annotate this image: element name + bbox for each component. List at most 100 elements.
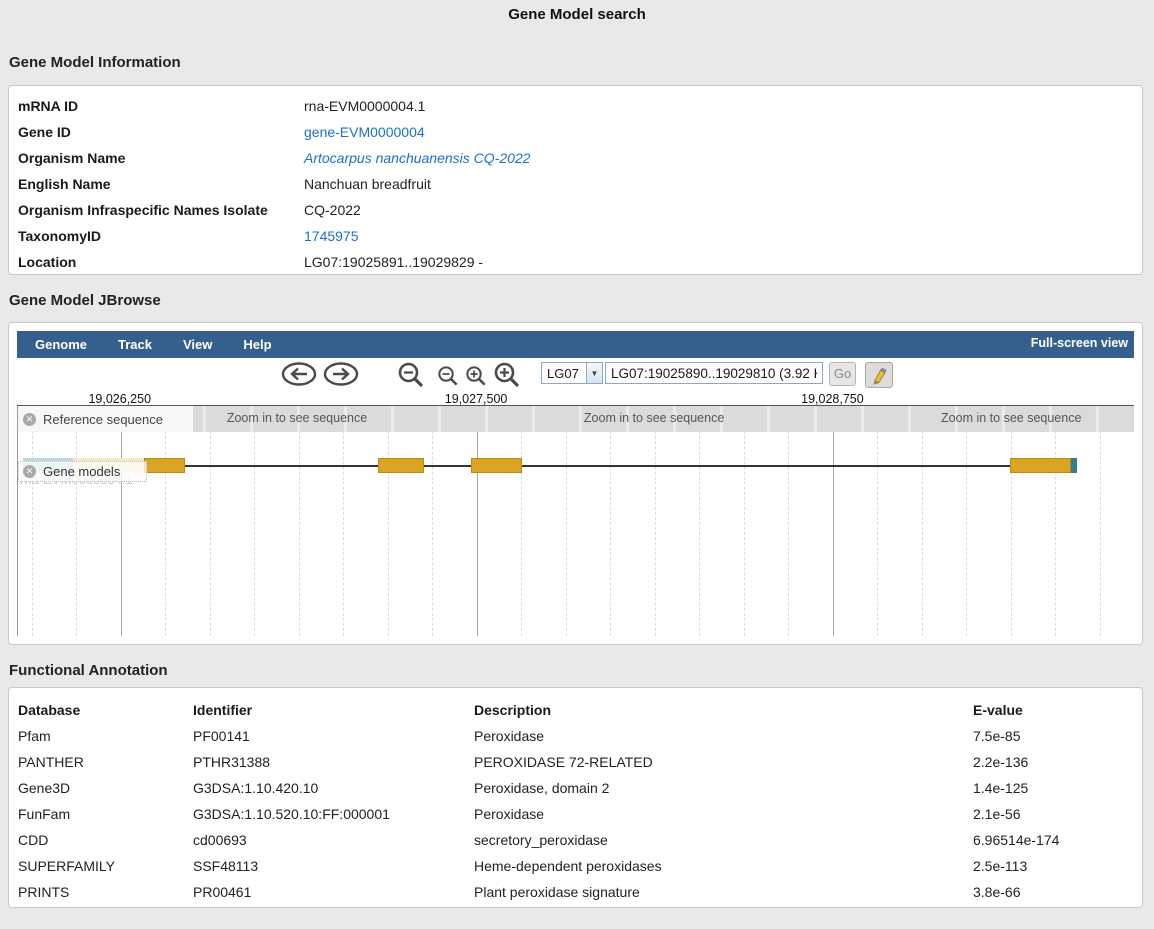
minor-gridline bbox=[610, 406, 611, 636]
ruler-tick-label: 19,026,250 bbox=[88, 392, 151, 406]
minor-gridline bbox=[165, 406, 166, 636]
annotation-cell-database: PANTHER bbox=[18, 754, 193, 770]
info-row: TaxonomyID 1745975 bbox=[9, 223, 1142, 249]
close-track-icon[interactable]: ✕ bbox=[23, 413, 36, 426]
minor-gridline bbox=[877, 406, 878, 636]
pan-right-button[interactable] bbox=[323, 362, 359, 386]
annotation-cell-description: Description bbox=[474, 702, 973, 718]
minor-gridline bbox=[299, 406, 300, 636]
chevron-down-icon[interactable]: ▼ bbox=[586, 362, 603, 384]
info-row-label: TaxonomyID bbox=[18, 228, 304, 244]
pan-left-button[interactable] bbox=[281, 362, 317, 386]
zoom-in-message: Zoom in to see sequence bbox=[227, 411, 367, 425]
annotation-cell-identifier: cd00693 bbox=[193, 832, 474, 848]
go-button[interactable]: Go bbox=[829, 362, 856, 386]
info-row-label: Organism Infraspecific Names Isolate bbox=[18, 202, 304, 218]
annotation-cell-database: CDD bbox=[18, 832, 193, 848]
annotation-cell-database: SUPERFAMILY bbox=[18, 858, 193, 874]
annotation-cell-database: PRINTS bbox=[18, 884, 193, 900]
annotation-cell-database: Pfam bbox=[18, 728, 193, 744]
info-row: Organism Name Artocarpus nanchuanensis C… bbox=[9, 145, 1142, 171]
minor-gridline bbox=[210, 406, 211, 636]
info-row: Gene ID gene-EVM0000004 bbox=[9, 119, 1142, 145]
minor-gridline bbox=[788, 406, 789, 636]
reference-sequence-track-label[interactable]: ✕ Reference sequence bbox=[18, 406, 193, 432]
magnifier-plus-icon bbox=[465, 365, 487, 387]
gene-segment-utr[interactable] bbox=[1071, 458, 1077, 473]
close-track-icon[interactable]: ✕ bbox=[23, 465, 36, 478]
highlighter-icon bbox=[869, 365, 889, 385]
refseq-dropdown[interactable]: LG07 ▼ bbox=[541, 362, 603, 384]
info-row: mRNA ID rna-EVM0000004.1 bbox=[9, 93, 1142, 119]
gene-model-info-panel: mRNA ID rna-EVM0000004.1 Gene ID gene-EV… bbox=[8, 85, 1143, 275]
annotation-cell-description: Heme-dependent peroxidases bbox=[474, 858, 973, 874]
zoom-out-small-button[interactable] bbox=[437, 365, 459, 387]
menu-item-genome[interactable]: Genome bbox=[22, 337, 100, 352]
annotation-cell-identifier: G3DSA:1.10.420.10 bbox=[193, 780, 474, 796]
annotation-cell-identifier: PF00141 bbox=[193, 728, 474, 744]
annotation-cell-identifier: G3DSA:1.10.520.10:FF:000001 bbox=[193, 806, 474, 822]
menu-item-help[interactable]: Help bbox=[230, 337, 284, 352]
gene-segment-exon[interactable] bbox=[1010, 458, 1071, 473]
info-row-value: rna-EVM0000004.1 bbox=[304, 98, 1142, 114]
zoom-in-message: Zoom in to see sequence bbox=[584, 411, 724, 425]
annotation-cell-evalue: 2.5e-113 bbox=[973, 858, 1142, 874]
info-row-label: Location bbox=[18, 254, 304, 270]
minor-gridline bbox=[432, 406, 433, 636]
track-label-text: Reference sequence bbox=[43, 412, 163, 427]
jbrowse-menubar: Genome Track View Help Full-screen view bbox=[17, 331, 1134, 358]
annotation-cell-identifier: Identifier bbox=[193, 702, 474, 718]
refseq-dropdown-value: LG07 bbox=[541, 362, 586, 384]
info-row-value: Nanchuan breadfruit bbox=[304, 176, 1142, 192]
annotation-cell-database: FunFam bbox=[18, 806, 193, 822]
menu-item-view[interactable]: View bbox=[170, 337, 225, 352]
zoom-out-large-button[interactable] bbox=[397, 361, 425, 389]
magnifier-minus-icon bbox=[397, 361, 425, 389]
annotation-table-header-row: Database Identifier Description E-value bbox=[9, 697, 1142, 723]
fullscreen-view-link[interactable]: Full-screen view bbox=[1031, 336, 1128, 350]
minor-gridline bbox=[388, 406, 389, 636]
zoom-in-message: Zoom in to see sequence bbox=[941, 411, 1081, 425]
page-title: Gene Model search bbox=[0, 0, 1154, 23]
info-row-label: Gene ID bbox=[18, 124, 304, 140]
info-row-value: CQ-2022 bbox=[304, 202, 1142, 218]
minor-gridline bbox=[1011, 406, 1012, 636]
info-row: Location LG07:19025891..19029829 - bbox=[9, 249, 1142, 275]
annotation-cell-description: Peroxidase bbox=[474, 728, 973, 744]
annotation-table-row: FunFam G3DSA:1.10.520.10:FF:000001 Perox… bbox=[9, 801, 1142, 827]
info-row: English Name Nanchuan breadfruit bbox=[9, 171, 1142, 197]
annotation-section-heading: Functional Annotation bbox=[9, 662, 1154, 679]
annotation-cell-identifier: PR00461 bbox=[193, 884, 474, 900]
zoom-in-small-button[interactable] bbox=[465, 365, 487, 387]
minor-gridline bbox=[566, 406, 567, 636]
annotation-cell-evalue: 1.4e-125 bbox=[973, 780, 1142, 796]
gene-models-track-label[interactable]: ✕ Gene models bbox=[18, 461, 147, 482]
annotation-table-row: CDD cd00693 secretory_peroxidase 6.96514… bbox=[9, 827, 1142, 853]
jbrowse-panel: Genome Track View Help Full-screen view bbox=[8, 322, 1143, 645]
minor-gridline bbox=[1055, 406, 1056, 636]
annotation-cell-evalue: 7.5e-85 bbox=[973, 728, 1142, 744]
minor-gridline bbox=[966, 406, 967, 636]
info-row-value-link[interactable]: 1745975 bbox=[304, 228, 1142, 244]
jbrowse-track-canvas[interactable]: Zoom in to see sequence Zoom in to see se… bbox=[17, 406, 1134, 636]
annotation-cell-identifier: PTHR31388 bbox=[193, 754, 474, 770]
gene-segment-exon[interactable] bbox=[471, 458, 522, 473]
location-input[interactable] bbox=[605, 362, 823, 384]
menu-item-track[interactable]: Track bbox=[105, 337, 165, 352]
annotation-cell-description: secretory_peroxidase bbox=[474, 832, 973, 848]
minor-gridline bbox=[699, 406, 700, 636]
zoom-in-large-button[interactable] bbox=[493, 361, 521, 389]
minor-gridline bbox=[922, 406, 923, 636]
gene-segment-exon[interactable] bbox=[378, 458, 424, 473]
info-row-label: mRNA ID bbox=[18, 98, 304, 114]
highlight-tool-button[interactable] bbox=[865, 362, 893, 388]
info-row-value-link[interactable]: Artocarpus nanchuanensis CQ-2022 bbox=[304, 150, 1142, 166]
gene-segment-exon[interactable] bbox=[144, 458, 186, 473]
info-row-value-link[interactable]: gene-EVM0000004 bbox=[304, 124, 1142, 140]
functional-annotation-panel: Database Identifier Description E-value … bbox=[8, 687, 1143, 908]
annotation-table-row: Pfam PF00141 Peroxidase 7.5e-85 bbox=[9, 723, 1142, 749]
jbrowse-ruler[interactable]: 19,026,25019,027,50019,028,750 bbox=[17, 392, 1134, 406]
jbrowse-section-heading: Gene Model JBrowse bbox=[9, 292, 1154, 309]
ruler-tick-label: 19,027,500 bbox=[445, 392, 508, 406]
minor-gridline bbox=[32, 406, 33, 636]
